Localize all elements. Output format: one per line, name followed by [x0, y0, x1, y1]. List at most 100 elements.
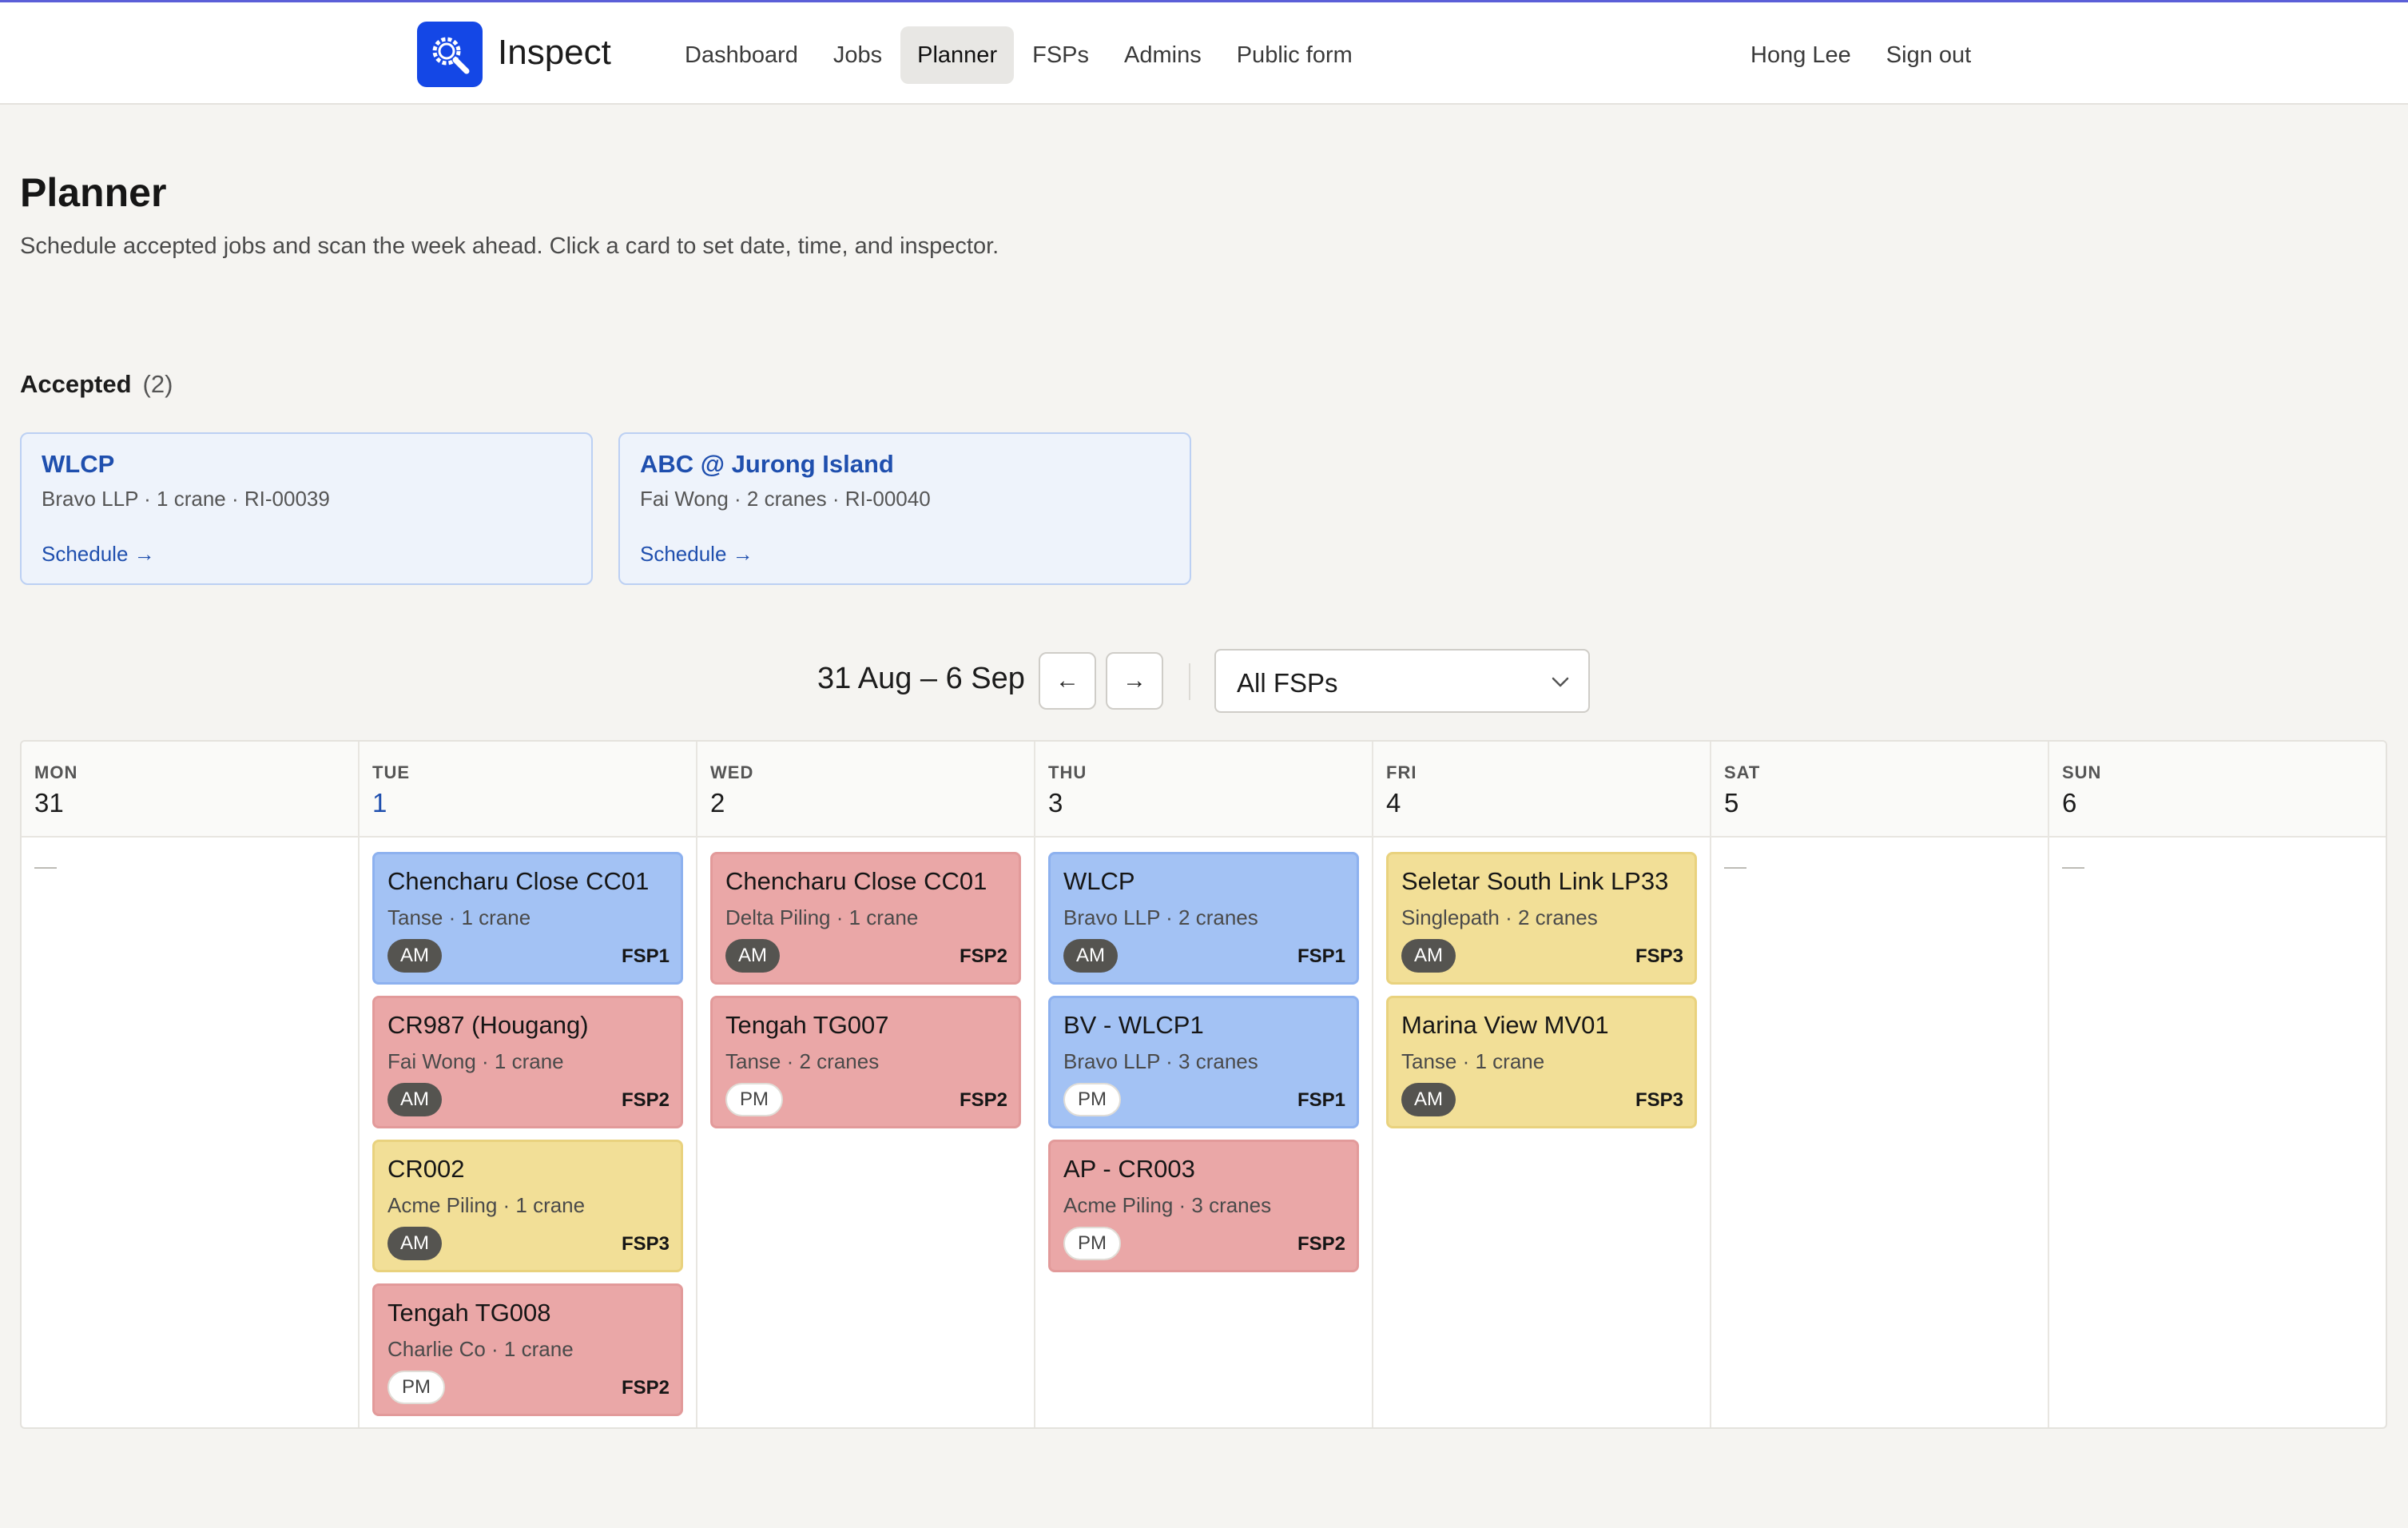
- job-title: AP - CR003: [1063, 1155, 1195, 1183]
- job-card[interactable]: Seletar South Link LP33 Singlepath · 2 cr…: [1386, 852, 1697, 985]
- job-title: CR002: [387, 1155, 465, 1183]
- job-subtitle: Charlie Co · 1 crane: [387, 1337, 574, 1361]
- accepted-job-title[interactable]: WLCP: [42, 450, 114, 479]
- day-number: 2: [710, 788, 725, 818]
- nav-public-form[interactable]: Public form: [1220, 26, 1369, 84]
- job-title: Chencharu Close CC01: [725, 867, 987, 895]
- time-slot-badge: PM: [1063, 1083, 1121, 1116]
- job-card[interactable]: Chencharu Close CC01 Delta Piling · 1 cra…: [710, 852, 1021, 985]
- accepted-job-card[interactable]: ABC @ Jurong Island Fai Wong · 2 cranes …: [618, 432, 1191, 585]
- day-header: SAT 5: [1711, 742, 2048, 838]
- week-calendar: MON 31 — TUE 1 Chencharu Close CC01 Tanse · 1 …: [20, 740, 2387, 1429]
- job-title: Tengah TG008: [387, 1299, 551, 1327]
- job-subtitle: Bravo LLP · 3 cranes: [1063, 1049, 1258, 1073]
- page-description: Schedule accepted jobs and scan the week…: [20, 233, 999, 259]
- top-nav-bar: Inspect Dashboard Jobs Planner FSPs Admi…: [0, 0, 2408, 105]
- time-slot-badge: AM: [725, 939, 780, 973]
- nav-dashboard[interactable]: Dashboard: [668, 26, 815, 84]
- day-column-thu[interactable]: THU 3 WLCP Bravo LLP · 2 cranes AM FSP1 BV - W…: [1035, 742, 1373, 1427]
- day-name: WED: [710, 762, 754, 782]
- schedule-link[interactable]: Schedule →: [640, 542, 753, 567]
- accepted-job-title[interactable]: ABC @ Jurong Island: [640, 450, 894, 479]
- day-column-sun[interactable]: SUN 6 —: [2049, 742, 2386, 1427]
- main-nav: Dashboard Jobs Planner FSPs Admins Publi…: [668, 26, 1369, 84]
- previous-week-button[interactable]: ←: [1039, 652, 1096, 710]
- fsp-label: FSP1: [1297, 945, 1345, 967]
- job-title: Tengah TG007: [725, 1011, 889, 1039]
- job-card[interactable]: Tengah TG008 Charlie Co · 1 crane PM FSP2: [372, 1283, 683, 1416]
- job-card[interactable]: CR987 (Hougang) Fai Wong · 1 crane AM FSP2: [372, 996, 683, 1128]
- job-subtitle: Acme Piling · 1 crane: [387, 1193, 586, 1217]
- day-number: 4: [1386, 788, 1401, 818]
- time-slot-badge: AM: [1401, 939, 1456, 973]
- job-subtitle: Fai Wong · 1 crane: [387, 1049, 564, 1073]
- day-column-tue[interactable]: TUE 1 Chencharu Close CC01 Tanse · 1 crane A…: [360, 742, 697, 1427]
- empty-day-marker: —: [1724, 854, 1746, 878]
- next-week-button[interactable]: →: [1106, 652, 1163, 710]
- job-subtitle: Singlepath · 2 cranes: [1401, 905, 1598, 929]
- job-title: CR987 (Hougang): [387, 1011, 589, 1039]
- nav-jobs[interactable]: Jobs: [817, 26, 899, 84]
- empty-day-marker: —: [2062, 854, 2084, 878]
- day-name: MON: [34, 762, 78, 782]
- day-column-sat[interactable]: SAT 5 —: [1711, 742, 2049, 1427]
- fsp-label: FSP2: [959, 1089, 1007, 1111]
- job-subtitle: Tanse · 2 cranes: [725, 1049, 880, 1073]
- time-slot-badge: AM: [387, 1083, 442, 1116]
- day-header: THU 3: [1035, 742, 1372, 838]
- sign-out-button[interactable]: Sign out: [1870, 26, 1988, 84]
- day-number: 5: [1724, 788, 1739, 818]
- week-range-label: 31 Aug – 6 Sep: [817, 662, 1025, 695]
- nav-planner[interactable]: Planner: [900, 26, 1015, 84]
- job-card[interactable]: BV - WLCP1 Bravo LLP · 3 cranes PM FSP1: [1048, 996, 1359, 1128]
- accepted-heading-label: Accepted: [20, 370, 132, 398]
- fsp-label: FSP2: [621, 1089, 670, 1111]
- day-name: SAT: [1724, 762, 1761, 782]
- empty-day-marker: —: [34, 854, 57, 878]
- fsp-filter-value: All FSPs: [1237, 668, 1338, 698]
- job-card[interactable]: AP - CR003 Acme Piling · 3 cranes PM FSP2: [1048, 1140, 1359, 1272]
- time-slot-badge: PM: [725, 1083, 783, 1116]
- brand-name[interactable]: Inspect: [498, 33, 611, 73]
- job-title: Chencharu Close CC01: [387, 867, 650, 895]
- fsp-label: FSP1: [1297, 1089, 1345, 1111]
- job-title: WLCP: [1063, 867, 1135, 895]
- job-card[interactable]: Chencharu Close CC01 Tanse · 1 crane AM FSP…: [372, 852, 683, 985]
- inspect-logo-icon[interactable]: [417, 22, 483, 87]
- job-title: Seletar South Link LP33: [1401, 867, 1669, 895]
- time-slot-badge: AM: [387, 1227, 442, 1260]
- user-name-link[interactable]: Hong Lee: [1734, 26, 1868, 84]
- nav-fsps[interactable]: FSPs: [1015, 26, 1106, 84]
- day-header: WED 2: [697, 742, 1034, 838]
- arrow-right-icon: →: [1123, 667, 1146, 694]
- day-header: SUN 6: [2049, 742, 2386, 838]
- job-card[interactable]: Marina View MV01 Tanse · 1 crane AM FSP3: [1386, 996, 1697, 1128]
- job-card[interactable]: WLCP Bravo LLP · 2 cranes AM FSP1: [1048, 852, 1359, 985]
- fsp-label: FSP3: [1635, 1089, 1683, 1111]
- accepted-job-subtitle: Bravo LLP · 1 crane · RI-00039: [42, 487, 330, 511]
- time-slot-badge: AM: [387, 939, 442, 973]
- fsp-label: FSP3: [621, 1233, 670, 1255]
- day-column-fri[interactable]: FRI 4 Seletar South Link LP33 Singlepath · …: [1373, 742, 1711, 1427]
- fsp-label: FSP3: [1635, 945, 1683, 967]
- day-name: THU: [1048, 762, 1087, 782]
- day-column-mon[interactable]: MON 31 —: [22, 742, 360, 1427]
- fsp-label: FSP2: [1297, 1233, 1345, 1255]
- day-header: MON 31: [22, 742, 358, 838]
- day-number: 3: [1048, 788, 1063, 818]
- accepted-job-card[interactable]: WLCP Bravo LLP · 1 crane · RI-00039 Sche…: [20, 432, 593, 585]
- fsp-filter-select[interactable]: All FSPs: [1214, 649, 1590, 713]
- day-column-wed[interactable]: WED 2 Chencharu Close CC01 Delta Piling · 1…: [697, 742, 1035, 1427]
- job-subtitle: Tanse · 1 crane: [387, 905, 531, 929]
- chevron-down-icon: [1552, 677, 1569, 687]
- job-card[interactable]: Tengah TG007 Tanse · 2 cranes PM FSP2: [710, 996, 1021, 1128]
- nav-admins[interactable]: Admins: [1107, 26, 1218, 84]
- day-number: 31: [34, 788, 64, 818]
- day-header: TUE 1: [360, 742, 696, 838]
- job-card[interactable]: CR002 Acme Piling · 1 crane AM FSP3: [372, 1140, 683, 1272]
- fsp-label: FSP2: [959, 945, 1007, 967]
- day-number: 1: [372, 788, 387, 818]
- schedule-link[interactable]: Schedule →: [42, 542, 155, 567]
- job-subtitle: Delta Piling · 1 crane: [725, 905, 919, 929]
- job-title: Marina View MV01: [1401, 1011, 1609, 1039]
